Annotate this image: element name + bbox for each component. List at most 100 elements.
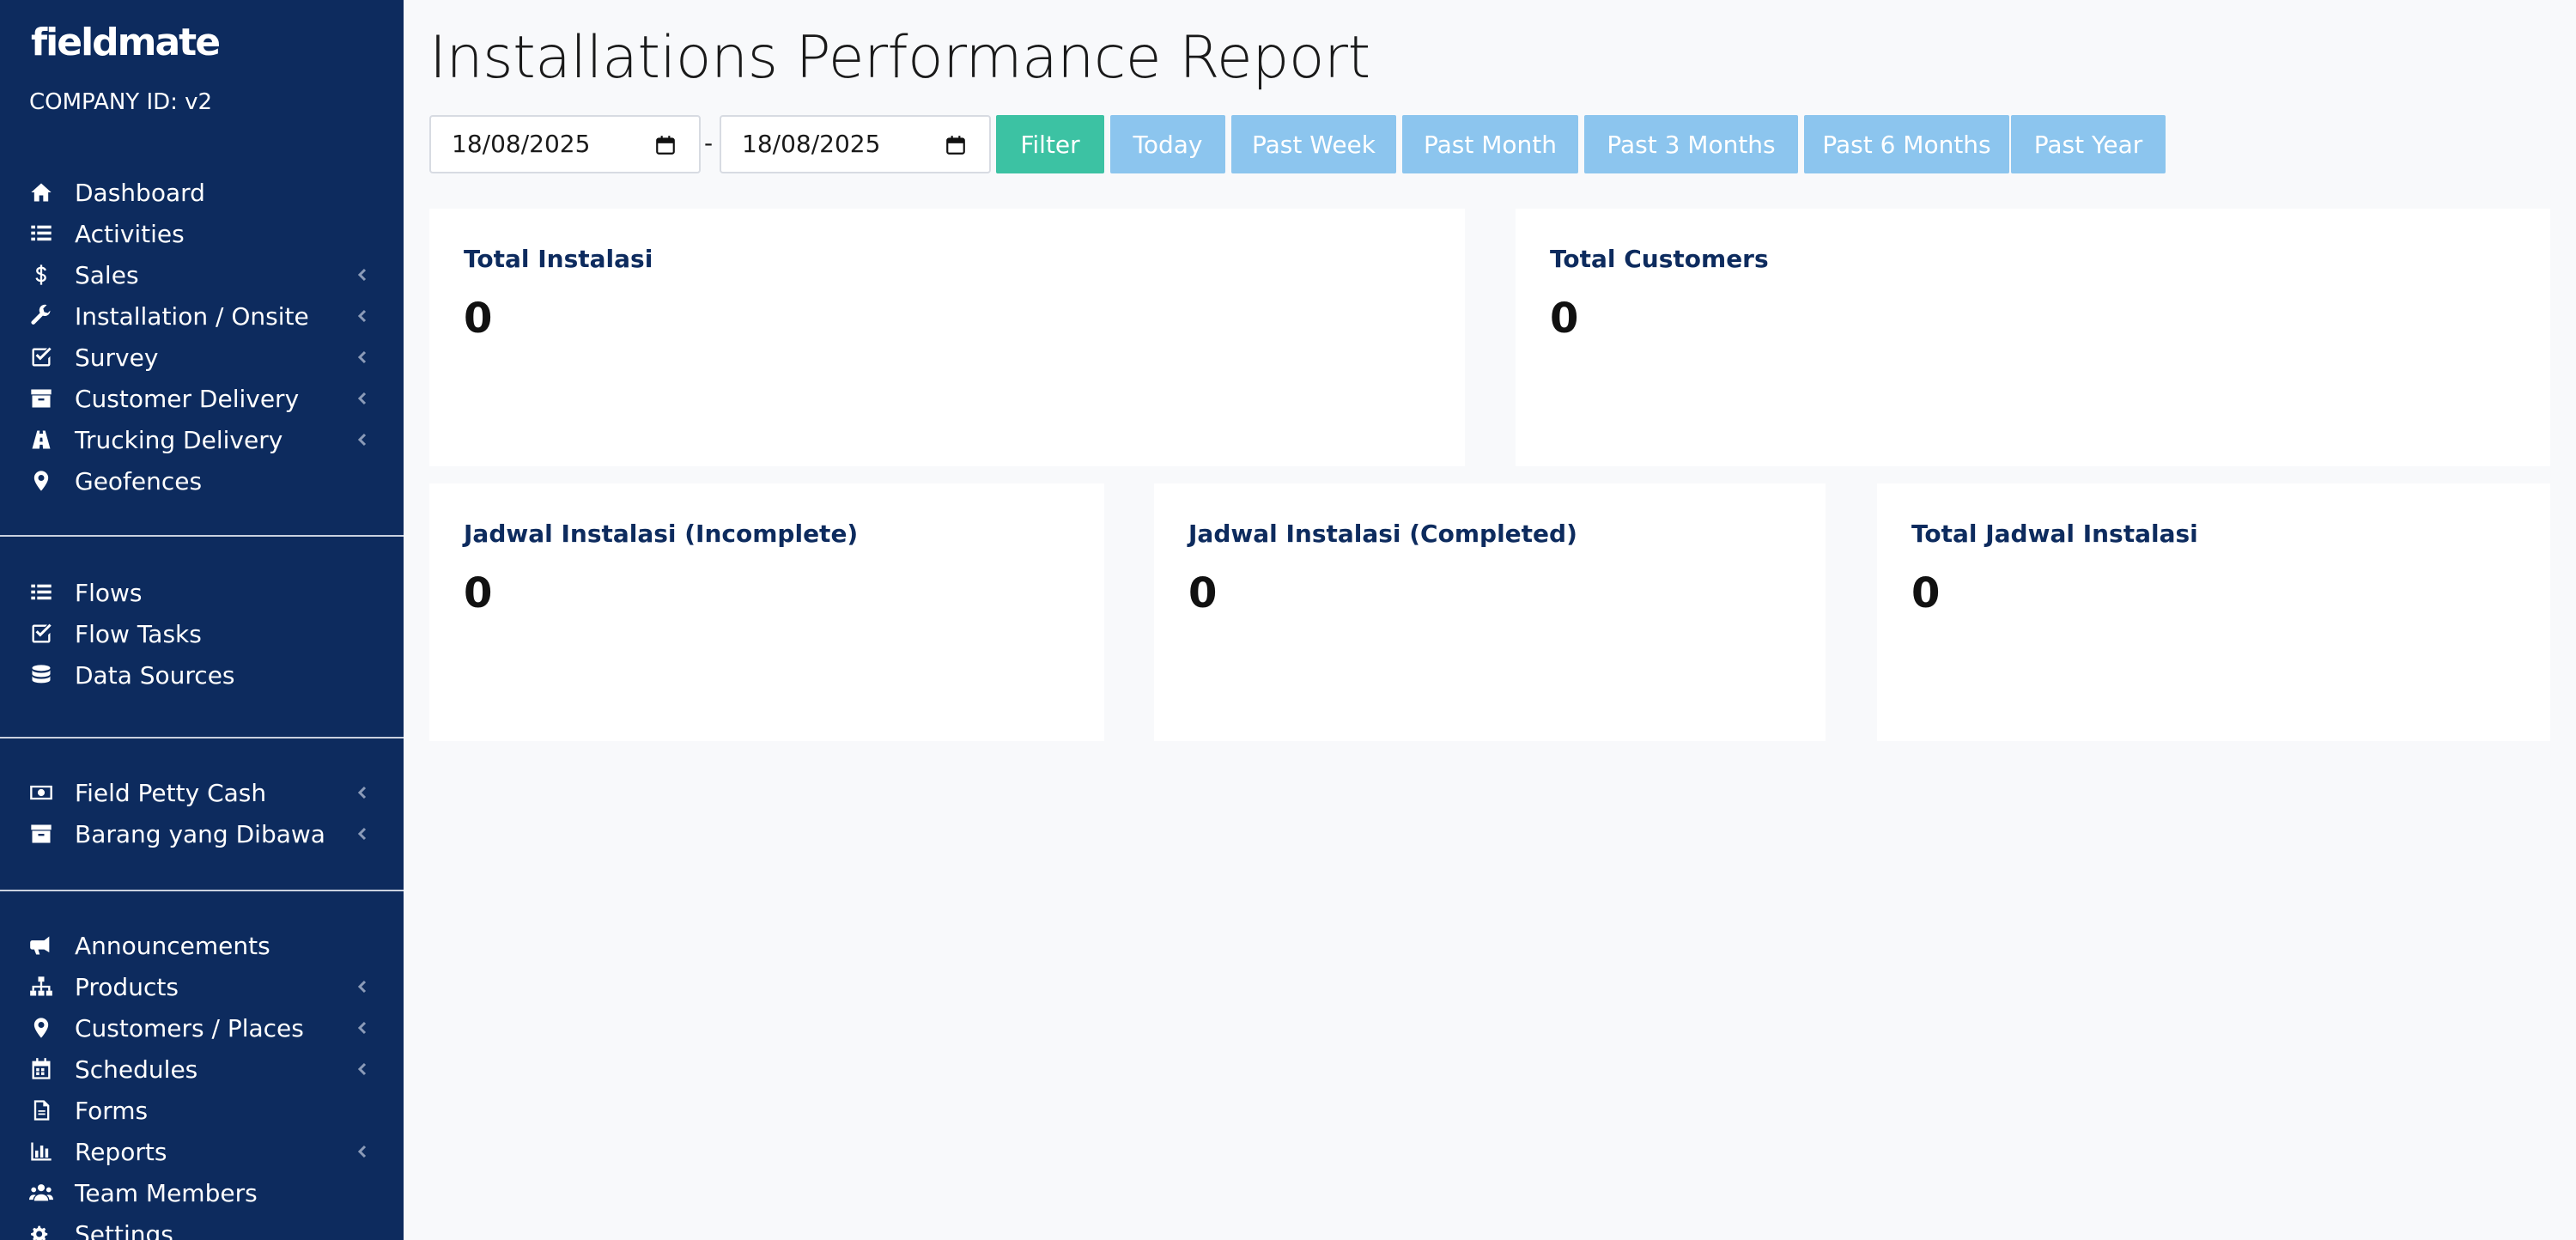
card-title: Jadwal Instalasi (Incomplete) <box>464 520 859 548</box>
sidebar-item-reports[interactable]: Reports <box>0 1131 404 1172</box>
sidebar-item-label: Data Sources <box>75 660 235 690</box>
past-week-button[interactable]: Past Week <box>1231 115 1396 173</box>
past-3-months-button[interactable]: Past 3 Months <box>1584 115 1798 173</box>
sidebar-item-flows[interactable]: Flows <box>0 572 404 613</box>
chevron-left-icon[interactable] <box>354 390 371 407</box>
chevron-left-icon[interactable] <box>354 307 371 325</box>
chevron-left-icon[interactable] <box>354 266 371 283</box>
money-bill-icon <box>27 781 55 805</box>
nav-group-finance: Field Petty Cash Barang yang Dibawa <box>0 772 404 854</box>
card-title: Total Customers <box>1550 245 1769 273</box>
database-icon <box>27 663 55 687</box>
calendar-icon[interactable] <box>654 134 677 156</box>
sidebar-item-label: Dashboard <box>75 178 205 207</box>
fieldmate-logo[interactable]: fieldmate <box>31 21 221 64</box>
sidebar-item-trucking-delivery[interactable]: Trucking Delivery <box>0 419 404 460</box>
date-to-input[interactable]: 18/08/2025 <box>720 115 991 173</box>
sidebar-item-customer-delivery[interactable]: Customer Delivery <box>0 378 404 419</box>
past-6-months-button[interactable]: Past 6 Months <box>1804 115 2009 173</box>
dollar-icon <box>27 263 55 287</box>
sidebar-item-announcements[interactable]: Announcements <box>0 925 404 966</box>
sidebar-item-label: Announcements <box>75 931 270 960</box>
date-from-value: 18/08/2025 <box>452 130 591 158</box>
jadwal-incomplete-card: Jadwal Instalasi (Incomplete) 0 <box>429 483 1104 741</box>
chevron-left-icon[interactable] <box>354 1061 371 1078</box>
sidebar-item-label: Forms <box>75 1096 149 1125</box>
sidebar-item-label: Field Petty Cash <box>75 778 267 807</box>
sidebar-item-field-petty-cash[interactable]: Field Petty Cash <box>0 772 404 813</box>
sidebar-item-schedules[interactable]: Schedules <box>0 1049 404 1090</box>
sidebar-item-label: Team Members <box>75 1178 258 1207</box>
sidebar-item-label: Activities <box>75 219 185 248</box>
sidebar-item-label: Products <box>75 972 179 1001</box>
sidebar-item-team-members[interactable]: Team Members <box>0 1172 404 1213</box>
date-from-input[interactable]: 18/08/2025 <box>429 115 701 173</box>
sidebar-item-barang-yang-dibawa[interactable]: Barang yang Dibawa <box>0 813 404 854</box>
archive-icon <box>27 386 55 410</box>
sidebar-item-geofences[interactable]: Geofences <box>0 460 404 501</box>
sidebar-item-data-sources[interactable]: Data Sources <box>0 654 404 696</box>
sidebar-item-label: Flow Tasks <box>75 619 202 648</box>
today-button[interactable]: Today <box>1110 115 1225 173</box>
road-icon <box>27 428 55 452</box>
page-title: Installations Performance Report <box>429 24 1370 92</box>
sidebar-item-label: Geofences <box>75 466 203 495</box>
sidebar-item-installation-onsite[interactable]: Installation / Onsite <box>0 295 404 337</box>
company-id: COMPANY ID: v2 <box>29 89 213 115</box>
filter-button[interactable]: Filter <box>996 115 1104 173</box>
sidebar-item-label: Survey <box>75 343 159 372</box>
wrench-icon <box>27 304 55 328</box>
chevron-left-icon[interactable] <box>354 784 371 801</box>
chevron-left-icon[interactable] <box>354 1143 371 1160</box>
sidebar-item-flow-tasks[interactable]: Flow Tasks <box>0 613 404 654</box>
bar-chart-icon <box>27 1140 55 1164</box>
chevron-left-icon[interactable] <box>354 1019 371 1036</box>
chevron-left-icon[interactable] <box>354 431 371 448</box>
past-month-button[interactable]: Past Month <box>1402 115 1578 173</box>
sidebar-item-label: Trucking Delivery <box>75 425 283 454</box>
calendar-icon <box>27 1057 55 1081</box>
nav-group-main: Dashboard Activities Sales Installation / O… <box>0 172 404 501</box>
sidebar-item-label: Customers / Places <box>75 1013 304 1042</box>
home-icon <box>27 180 55 204</box>
chevron-left-icon[interactable] <box>354 978 371 995</box>
chevron-left-icon[interactable] <box>354 349 371 366</box>
sidebar-item-label: Customer Delivery <box>75 384 300 413</box>
card-title: Total Jadwal Instalasi <box>1911 520 2198 548</box>
sidebar-item-settings[interactable]: Settings <box>0 1213 404 1240</box>
past-year-button[interactable]: Past Year <box>2011 115 2166 173</box>
sidebar-item-sales[interactable]: Sales <box>0 254 404 295</box>
total-jadwal-card: Total Jadwal Instalasi 0 <box>1877 483 2550 741</box>
sidebar-item-customers-places[interactable]: Customers / Places <box>0 1007 404 1049</box>
sitemap-icon <box>27 975 55 999</box>
map-marker-icon <box>27 1016 55 1040</box>
jadwal-completed-card: Jadwal Instalasi (Completed) 0 <box>1154 483 1826 741</box>
sidebar-item-forms[interactable]: Forms <box>0 1090 404 1131</box>
sidebar-item-label: Settings <box>75 1219 173 1240</box>
sidebar-item-label: Schedules <box>75 1055 198 1084</box>
sidebar-item-products[interactable]: Products <box>0 966 404 1007</box>
card-value: 0 <box>464 295 493 343</box>
card-value: 0 <box>1188 569 1218 617</box>
sidebar-divider <box>0 890 404 891</box>
date-to-value: 18/08/2025 <box>742 130 881 158</box>
nav-group-flows: Flows Flow Tasks Data Sources <box>0 572 404 696</box>
list-icon <box>27 580 55 605</box>
sidebar-item-dashboard[interactable]: Dashboard <box>0 172 404 213</box>
chevron-left-icon[interactable] <box>354 825 371 842</box>
archive-icon <box>27 822 55 846</box>
nav-group-admin: Announcements Products Customers / Places S… <box>0 925 404 1240</box>
calendar-icon[interactable] <box>945 134 967 156</box>
check-square-icon <box>27 345 55 369</box>
sidebar-item-activities[interactable]: Activities <box>0 213 404 254</box>
sidebar-item-label: Barang yang Dibawa <box>75 819 325 848</box>
sidebar-item-label: Flows <box>75 578 143 607</box>
gears-icon <box>27 1222 55 1240</box>
bullhorn-icon <box>27 933 55 957</box>
sidebar: fieldmate COMPANY ID: v2 Dashboard Activi… <box>0 0 404 1240</box>
sidebar-item-label: Installation / Onsite <box>75 301 309 331</box>
card-value: 0 <box>464 569 493 617</box>
sidebar-item-label: Sales <box>75 260 139 289</box>
sidebar-item-survey[interactable]: Survey <box>0 337 404 378</box>
card-title: Jadwal Instalasi (Completed) <box>1188 520 1577 548</box>
